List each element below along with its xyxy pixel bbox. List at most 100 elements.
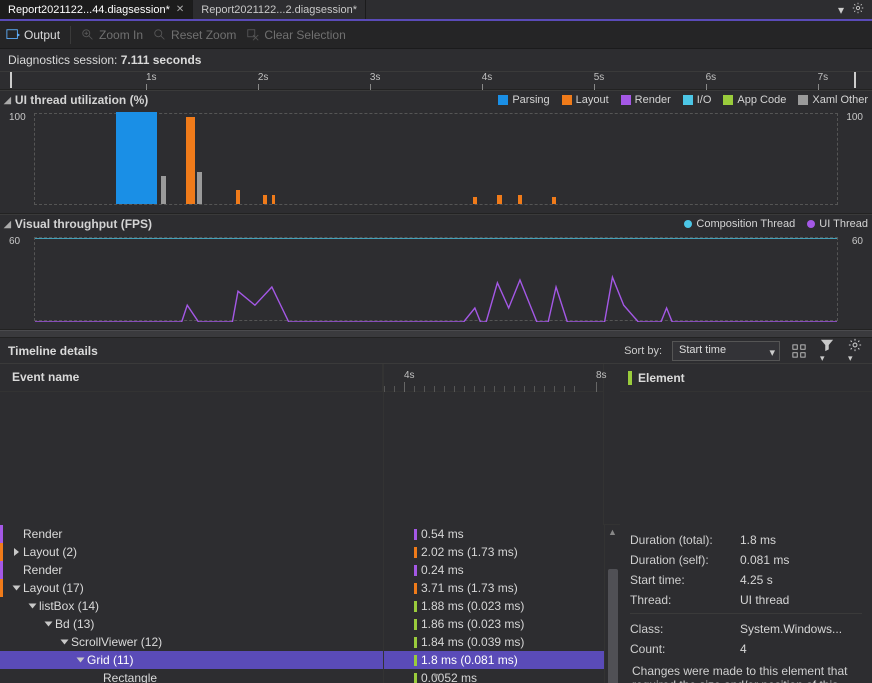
legend-swatch [684, 220, 692, 228]
legend-label: Render [635, 94, 671, 106]
chart-bar [186, 117, 195, 204]
row-value: 3.71 ms (1.73 ms) [421, 581, 518, 595]
duration-bar [414, 637, 417, 648]
sort-by-select[interactable]: Start time ▾ [672, 341, 780, 361]
legend-swatch [683, 95, 693, 105]
row-value: 1.84 ms (0.039 ms) [421, 635, 524, 649]
legend-swatch [798, 95, 808, 105]
property-row: Start time:4.25 s [630, 573, 862, 587]
row-value: 1.8 ms (0.081 ms) [421, 653, 518, 667]
table-row[interactable]: Grid (11) 1.8 ms (0.081 ms) [0, 651, 604, 669]
legend-label: Xaml Other [812, 94, 868, 106]
session-prefix: Diagnostics session: [8, 53, 121, 67]
legend-swatch [621, 95, 631, 105]
tab-report-1[interactable]: Report2021122...44.diagsession* ✕ [0, 0, 193, 19]
legend-swatch [723, 95, 733, 105]
table-row[interactable]: Render0.54 ms [0, 525, 604, 543]
legend-item: Layout [562, 94, 609, 106]
chart-bar [497, 195, 502, 204]
row-value: 0.54 ms [421, 527, 464, 541]
table-row[interactable]: Layout (17)3.71 ms (1.73 ms) [0, 579, 604, 597]
gear-icon[interactable] [852, 2, 864, 17]
row-value: 0.24 ms [421, 563, 464, 577]
expand-icon[interactable] [45, 622, 53, 627]
y-axis-label: 60 [9, 236, 20, 247]
filter-icon[interactable]: ▾ [818, 336, 836, 366]
group-icon[interactable] [790, 342, 808, 360]
chart-bar [197, 172, 202, 204]
event-name-header[interactable]: Event name [0, 364, 383, 392]
ruler-tick: 4s [482, 72, 493, 83]
table-row[interactable]: listBox (14)1.88 ms (0.023 ms) [0, 597, 604, 615]
section-title: UI thread utilization (%) [15, 93, 148, 107]
ruler-tick: 1s [146, 72, 157, 83]
clear-selection-label: Clear Selection [264, 28, 345, 42]
ruler-tick: 6s [706, 72, 717, 83]
element-header: Element [638, 371, 685, 385]
legend-item: UI Thread [807, 218, 868, 230]
expand-icon[interactable] [61, 640, 69, 645]
table-row[interactable]: Render0.24 ms [0, 561, 604, 579]
table-row[interactable]: Layout (2)2.02 ms (1.73 ms) [0, 543, 604, 561]
tab-report-2[interactable]: Report2021122...2.diagsession* [193, 0, 366, 19]
table-row[interactable]: ScrollViewer (12)1.84 ms (0.039 ms) [0, 633, 604, 651]
scroll-down-icon[interactable]: ▼ [0, 669, 872, 683]
legend-label: UI Thread [819, 218, 868, 230]
element-color-marker [628, 371, 632, 385]
property-value: 0.081 ms [740, 553, 862, 567]
collapse-icon[interactable] [14, 548, 19, 556]
session-label: Diagnostics session: 7.111 seconds [0, 49, 872, 72]
chart-bar [116, 112, 157, 204]
gear-icon[interactable]: ▾ [846, 336, 864, 366]
property-row: Count:4 [630, 642, 862, 656]
legend-item: Render [621, 94, 671, 106]
timeline-tick: 4s [404, 370, 415, 381]
y-axis-label: 100 [846, 112, 863, 123]
legend-label: Layout [576, 94, 609, 106]
collapse-icon[interactable]: ◢ [4, 219, 11, 230]
toolbar: Output Zoom In Reset Zoom Clear Selectio… [0, 21, 872, 49]
vertical-scrollbar[interactable]: ▲ ▼ [604, 525, 620, 683]
property-value: 4 [740, 642, 862, 656]
timeline-header[interactable]: 4s8s [384, 364, 603, 392]
property-value: UI thread [740, 593, 862, 607]
ruler-tick: 7s [818, 72, 829, 83]
row-value: 1.86 ms (0.023 ms) [421, 617, 524, 631]
property-value: 1.8 ms [740, 533, 862, 547]
clear-selection-button[interactable]: Clear Selection [246, 28, 345, 42]
legend-label: App Code [737, 94, 786, 106]
chart-bar [552, 197, 557, 204]
row-label: Grid (11) [87, 653, 133, 667]
expand-icon[interactable] [13, 586, 21, 591]
sort-by-value: Start time [679, 344, 726, 356]
zoom-in-label: Zoom In [99, 28, 143, 42]
chart-bar [236, 190, 241, 204]
scrollbar-thumb[interactable] [608, 569, 618, 683]
time-ruler[interactable]: 1s2s3s4s5s6s7s [0, 72, 872, 90]
legend-label: Parsing [512, 94, 549, 106]
ui-utilization-chart[interactable]: 100 100 [34, 113, 838, 205]
scroll-up-icon[interactable]: ▲ [605, 525, 620, 539]
legend-item: I/O [683, 94, 712, 106]
timeline-details-panel: Timeline details Sort by: Start time ▾ ▾… [0, 338, 872, 683]
output-button[interactable]: Output [6, 28, 60, 42]
property-label: Count: [630, 642, 740, 656]
collapse-icon[interactable]: ◢ [4, 95, 11, 106]
fps-chart[interactable]: 60 60 [34, 237, 838, 321]
property-label: Class: [630, 622, 740, 636]
property-row: Duration (self):0.081 ms [630, 553, 862, 567]
table-row[interactable]: Bd (13)1.86 ms (0.023 ms) [0, 615, 604, 633]
chart-bar [518, 195, 523, 204]
tab-menu-icon[interactable]: ▾ [838, 3, 844, 17]
close-icon[interactable]: ✕ [176, 4, 184, 15]
row-value: 2.02 ms (1.73 ms) [421, 545, 518, 559]
y-axis-label: 100 [9, 112, 26, 123]
expand-icon[interactable] [29, 604, 37, 609]
zoom-in-button[interactable]: Zoom In [81, 28, 143, 42]
tab-label: Report2021122...2.diagsession* [201, 4, 357, 16]
reset-zoom-button[interactable]: Reset Zoom [153, 28, 236, 42]
duration-bar [414, 565, 417, 576]
property-label: Duration (self): [630, 553, 740, 567]
expand-icon[interactable] [77, 658, 85, 663]
ruler-tick: 5s [594, 72, 605, 83]
